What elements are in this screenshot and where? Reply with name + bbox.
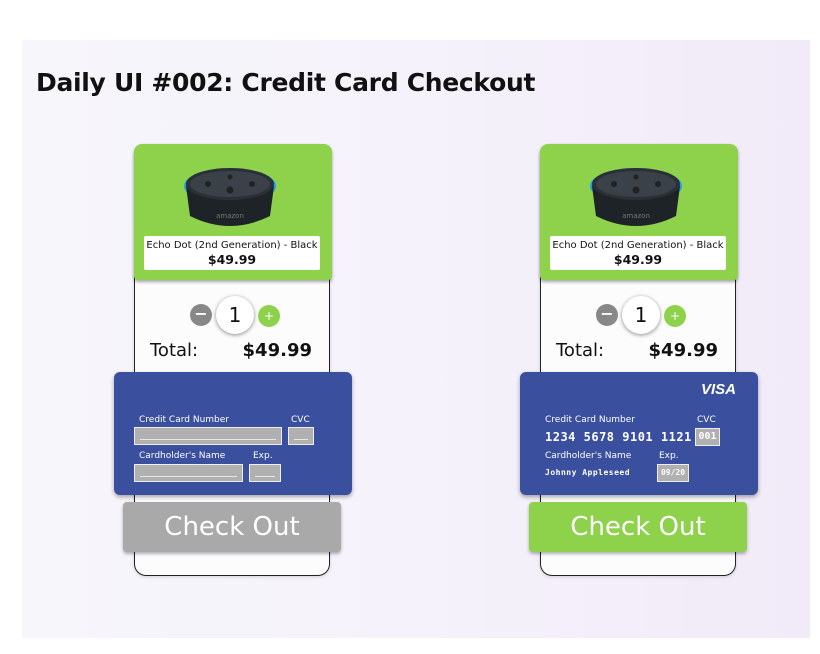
credit-card-form: Credit Card Number CVC Cardholder's Name… — [114, 372, 352, 495]
echo-dot-speaker-icon: amazon — [590, 168, 682, 226]
quantity-value[interactable]: 1 — [622, 296, 660, 334]
increase-quantity-button[interactable]: + — [664, 305, 686, 327]
total-value: $49.99 — [242, 340, 312, 361]
total-value: $49.99 — [648, 340, 718, 361]
credit-card-form: VISA Credit Card Number 1234 5678 9101 1… — [520, 372, 758, 495]
card-number-label: Credit Card Number — [139, 415, 229, 425]
cvc-input[interactable] — [288, 427, 314, 445]
total-label: Total: — [150, 340, 199, 361]
expiry-input[interactable] — [249, 464, 281, 482]
checkout-button[interactable]: Check Out — [529, 502, 747, 552]
product-price: $49.99 — [207, 252, 257, 267]
product-price: $49.99 — [613, 252, 663, 267]
brand-text: amazon — [622, 212, 650, 220]
cardholder-name-label: Cardholder's Name — [545, 451, 632, 461]
product-name: Echo Dot (2nd Generation) - Black — [552, 240, 724, 251]
cvc-label: CVC — [291, 415, 310, 425]
product-card: amazon Echo Dot (2nd Generation) - Black… — [134, 144, 332, 280]
echo-dot-speaker-icon: amazon — [184, 168, 276, 226]
quantity-stepper: − 1 + — [594, 296, 694, 334]
brand-text: amazon — [216, 212, 244, 220]
cvc-label: CVC — [697, 415, 716, 425]
quantity-value[interactable]: 1 — [216, 296, 254, 334]
visa-logo: VISA — [700, 381, 736, 398]
quantity-stepper: − 1 + — [188, 296, 288, 334]
page-title: Daily UI #002: Credit Card Checkout — [36, 68, 536, 97]
card-number-label: Credit Card Number — [545, 415, 635, 425]
product-card: amazon Echo Dot (2nd Generation) - Black… — [540, 144, 738, 280]
checkout-screen-empty: amazon Echo Dot (2nd Generation) - Black… — [114, 144, 352, 580]
total-label: Total: — [556, 340, 605, 361]
cardholder-name-input[interactable]: Johnny Appleseed — [545, 468, 630, 477]
product-info: Echo Dot (2nd Generation) - Black $49.99 — [144, 236, 320, 270]
checkout-button[interactable]: Check Out — [123, 502, 341, 552]
decrease-quantity-button[interactable]: − — [190, 304, 212, 326]
decrease-quantity-button[interactable]: − — [596, 304, 618, 326]
expiry-label: Exp. — [253, 451, 273, 461]
increase-quantity-button[interactable]: + — [258, 305, 280, 327]
cardholder-name-label: Cardholder's Name — [139, 451, 226, 461]
card-number-input[interactable] — [134, 427, 282, 445]
cvc-input[interactable]: 001 — [695, 428, 720, 446]
cardholder-name-input[interactable] — [134, 464, 243, 482]
expiry-label: Exp. — [659, 451, 679, 461]
product-name: Echo Dot (2nd Generation) - Black — [146, 240, 318, 251]
card-number-input[interactable]: 1234 5678 9101 1121 — [545, 430, 692, 444]
expiry-input[interactable]: 09/20 — [657, 464, 689, 482]
checkout-screen-filled: amazon Echo Dot (2nd Generation) - Black… — [520, 144, 758, 580]
product-info: Echo Dot (2nd Generation) - Black $49.99 — [550, 236, 726, 270]
